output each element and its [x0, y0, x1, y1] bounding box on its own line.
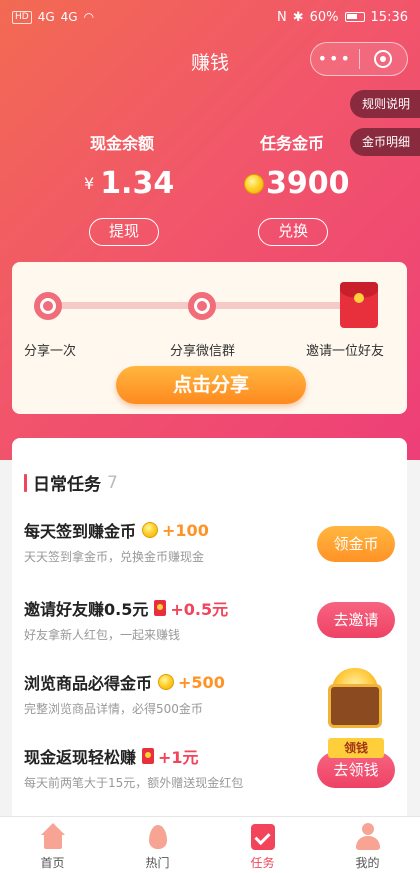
target-icon	[374, 50, 393, 68]
task-reward: +100	[162, 520, 209, 540]
exchange-button[interactable]: 兑换	[258, 218, 328, 246]
treasure-ribbon-label: 领钱	[328, 738, 384, 758]
tab-me[interactable]: 我的	[315, 817, 420, 873]
tab-label: 热门	[145, 856, 170, 870]
task-icon	[248, 823, 278, 851]
daily-tasks-card: 日常任务 7 每天签到赚金币 +100 天天签到拿金币，兑换金币赚现金 领金币 …	[12, 438, 407, 828]
step-label-2: 分享微信群	[170, 344, 236, 359]
coin-detail-button[interactable]: 金币明细	[349, 128, 420, 156]
treasure-chest-icon	[328, 684, 382, 728]
task-desc: 天天签到拿金币，兑换金币赚现金	[24, 550, 205, 564]
clock: 15:36	[370, 9, 408, 25]
treasure-chest-button[interactable]: 领钱	[322, 662, 388, 758]
task-title: 邀请好友赚0.5元	[24, 600, 149, 619]
task-coin-amount: 3900	[244, 166, 350, 201]
step-label-3: 邀请一位好友	[306, 344, 385, 359]
share-progress-card: 分享一次 分享微信群 邀请一位好友 点击分享	[12, 262, 407, 414]
red-envelope-icon	[340, 282, 378, 328]
step-label-1: 分享一次	[24, 344, 77, 359]
task-desc: 好友拿新人红包，一起来赚钱	[24, 628, 181, 642]
task-title: 现金返现轻松赚	[24, 748, 137, 767]
nfc-icon: N	[276, 9, 287, 25]
status-bar: HD 4G 4G ◠ N ✱ 60% 15:36	[0, 0, 420, 34]
task-reward: +0.5元	[170, 600, 229, 619]
battery-percent: 60%	[309, 9, 339, 25]
signal-4g-2: 4G	[60, 10, 78, 24]
tasks-title: 日常任务	[33, 475, 101, 495]
share-button[interactable]: 点击分享	[116, 366, 306, 404]
coin-icon	[244, 173, 264, 194]
miniprogram-capsule: •••	[310, 42, 408, 76]
tab-home[interactable]: 首页	[0, 817, 105, 873]
close-target-button[interactable]	[360, 50, 408, 68]
coin-icon	[158, 674, 175, 690]
fire-icon	[143, 823, 173, 851]
claim-coin-button[interactable]: 领金币	[317, 526, 395, 562]
bottom-tab-bar: 首页 热门 任务 我的	[0, 816, 420, 873]
signal-4g: 4G	[37, 10, 55, 24]
coin-icon	[142, 522, 159, 538]
redpack-icon	[142, 748, 155, 764]
cash-balance-label: 现金余额	[90, 134, 155, 153]
bluetooth-icon: ✱	[292, 9, 304, 25]
wifi-icon: ◠	[83, 10, 95, 24]
tasks-count: 7	[107, 472, 118, 493]
cash-balance-amount: ¥ 1.34	[84, 166, 174, 201]
task-title: 浏览商品必得金币	[24, 674, 153, 693]
battery-icon	[344, 12, 365, 22]
task-reward: +500	[178, 672, 225, 692]
task-reward: +1元	[158, 748, 199, 767]
tab-hot[interactable]: 热门	[105, 817, 210, 873]
hd-chip: HD	[12, 10, 32, 24]
tab-tasks[interactable]: 任务	[210, 817, 315, 873]
tasks-header: 日常任务 7	[24, 470, 118, 495]
task-coin-label: 任务金币	[260, 134, 325, 153]
task-desc: 每天前两笔大于15元，额外赠送现金红包	[24, 776, 244, 790]
task-row-checkin: 每天签到赚金币 +100 天天签到拿金币，兑换金币赚现金 领金币	[24, 518, 395, 578]
tab-label: 我的	[355, 856, 380, 870]
more-icon[interactable]: •••	[311, 42, 359, 76]
step-node-1	[34, 292, 62, 320]
home-icon	[38, 823, 68, 851]
rules-button[interactable]: 规则说明	[349, 90, 420, 118]
currency-symbol: ¥	[84, 174, 95, 193]
profile-icon	[353, 823, 383, 851]
task-desc: 完整浏览商品详情，必得500金币	[24, 702, 203, 716]
withdraw-button[interactable]: 提现	[89, 218, 159, 246]
step-node-2	[188, 292, 216, 320]
invite-button[interactable]: 去邀请	[317, 602, 395, 638]
tab-label: 首页	[40, 856, 65, 870]
redpack-icon	[154, 600, 167, 616]
task-row-invite: 邀请好友赚0.5元 +0.5元 好友拿新人红包，一起来赚钱 去邀请	[24, 596, 395, 656]
task-coin-value: 3900	[266, 166, 350, 201]
task-title: 每天签到赚金币	[24, 522, 137, 541]
tab-label: 任务	[250, 856, 275, 870]
cash-balance-value: 1.34	[100, 166, 175, 201]
